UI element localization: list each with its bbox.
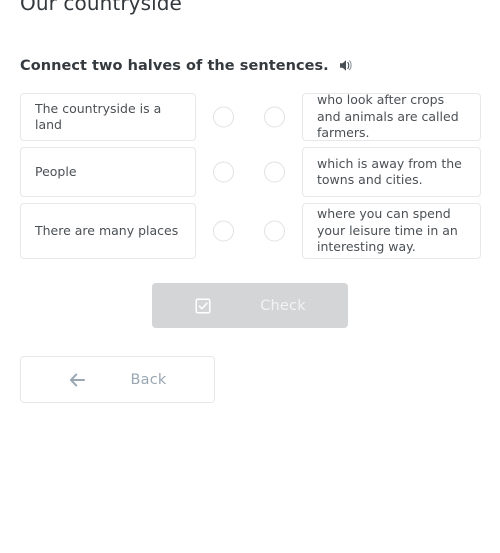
right-connector-dot-2[interactable]	[264, 161, 285, 183]
right-column: who look after crops and animals are cal…	[264, 92, 481, 259]
right-connector-dot-1[interactable]	[264, 106, 285, 128]
left-card-1-text: The countryside is a land	[35, 100, 162, 133]
right-card-2[interactable]: which is away from the towns and cities.	[302, 147, 481, 197]
page-title: Our countryside	[20, 0, 182, 15]
arrow-left-icon	[68, 371, 86, 389]
instruction-row: Connect two halves of the sentences.	[20, 57, 355, 74]
right-item-1: who look after crops and animals are cal…	[264, 92, 481, 141]
left-item-2: People	[20, 147, 234, 197]
left-card-3[interactable]: There are many places	[20, 203, 196, 259]
back-button-label: Back	[130, 371, 167, 388]
checkbox-checked-icon	[194, 297, 212, 315]
left-item-3: There are many places	[20, 203, 234, 259]
left-item-1: The countryside is a land	[20, 93, 234, 141]
left-card-3-text: There are many places	[35, 222, 179, 238]
back-button[interactable]: Back	[20, 356, 215, 403]
left-card-1[interactable]: The countryside is a land	[20, 93, 196, 141]
right-card-1-text: who look after crops and animals are cal…	[317, 92, 459, 141]
right-card-1[interactable]: who look after crops and animals are cal…	[302, 92, 481, 141]
right-connector-dot-3[interactable]	[264, 220, 285, 242]
right-card-3-text: where you can spend your leisure time in…	[317, 206, 458, 255]
left-column: The countryside is a land People There a…	[20, 93, 234, 259]
left-card-2[interactable]: People	[20, 147, 196, 197]
left-connector-dot-3[interactable]	[213, 220, 234, 242]
left-connector-dot-1[interactable]	[213, 106, 234, 128]
right-card-3[interactable]: where you can spend your leisure time in…	[302, 203, 481, 259]
check-button[interactable]: Check	[152, 283, 348, 328]
left-connector-dot-2[interactable]	[213, 161, 234, 183]
instruction-text: Connect two halves of the sentences.	[20, 57, 329, 74]
right-item-3: where you can spend your leisure time in…	[264, 203, 481, 259]
exercise-page: Our countryside Connect two halves of th…	[0, 0, 500, 553]
check-button-label: Check	[260, 297, 306, 314]
right-item-2: which is away from the towns and cities.	[264, 147, 481, 197]
right-card-2-text: which is away from the towns and cities.	[317, 155, 462, 188]
left-card-2-text: People	[35, 163, 77, 179]
speaker-icon[interactable]	[338, 57, 355, 74]
